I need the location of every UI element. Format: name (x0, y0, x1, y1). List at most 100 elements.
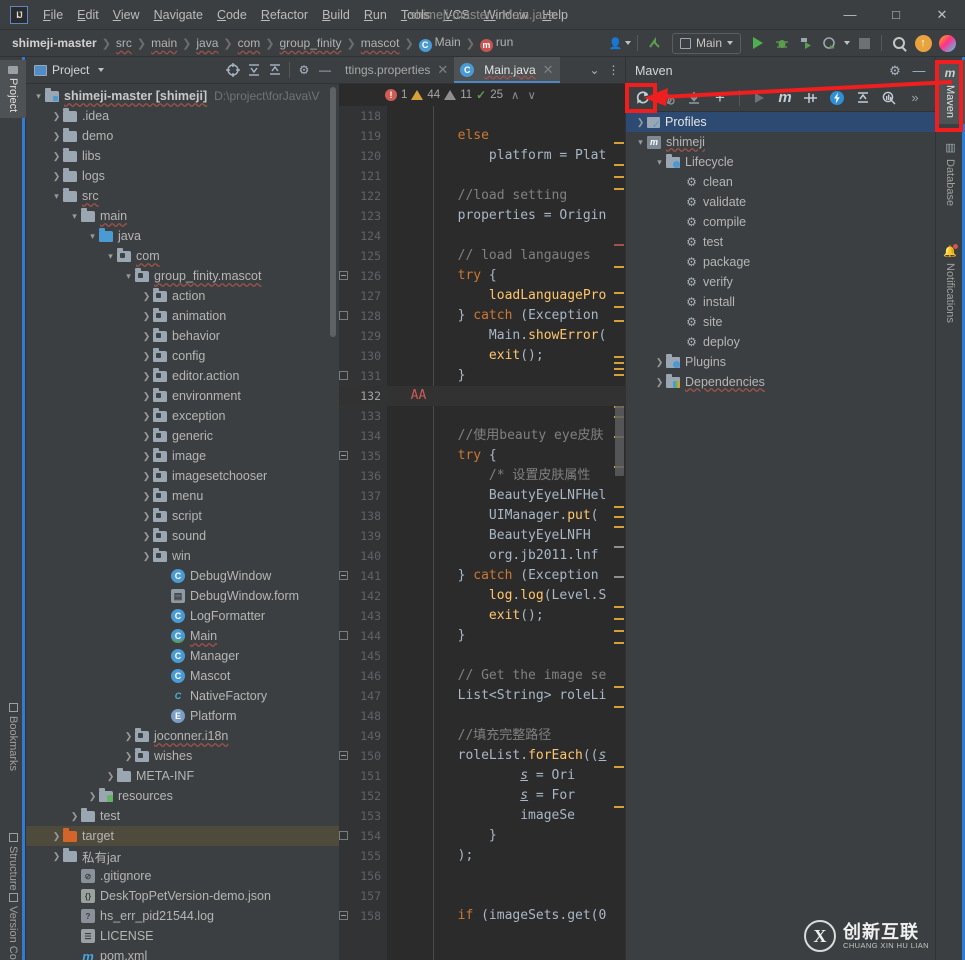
code-line[interactable]: // load langauges (387, 246, 625, 266)
menu-help[interactable]: Help (535, 5, 575, 25)
line-number[interactable]: 149 (339, 726, 381, 746)
code-line[interactable]: platform = Plat (387, 146, 625, 166)
code-line[interactable]: imageSe (387, 806, 625, 826)
tree-node-debugwindow[interactable]: C DebugWindow (26, 566, 339, 586)
line-number[interactable]: 120 (339, 146, 381, 166)
close-icon[interactable]: ✕ (543, 62, 554, 78)
code-line[interactable]: //填充完整路径 (387, 726, 625, 746)
code-line[interactable]: BeautyEyeLNFHel (387, 486, 625, 506)
chevron-right-icon[interactable]: ❯ (634, 117, 647, 128)
code-line[interactable] (387, 646, 625, 666)
line-number[interactable]: 122 (339, 186, 381, 206)
tree-node-desktoppetversion-demo-json[interactable]: {} DeskTopPetVersion-demo.json (26, 886, 339, 906)
maven-node-plugins[interactable]: ❯ Plugins (626, 352, 935, 372)
code-fold-toggle-icon[interactable] (339, 451, 348, 460)
breadcrumb-item-mascot[interactable]: mascot (358, 35, 403, 51)
code-line[interactable]: //load setting (387, 186, 625, 206)
code-line[interactable]: s = Ori (387, 766, 625, 786)
tree-node-私有jar[interactable]: ❯ 私有jar (26, 846, 339, 866)
run-button[interactable] (746, 32, 770, 54)
maximize-button[interactable]: □ (873, 0, 919, 29)
tab-list-chevron-icon[interactable]: ⌄ (586, 59, 603, 81)
tree-node-menu[interactable]: ❯ menu (26, 486, 339, 506)
tree-node-editor-action[interactable]: ❯ editor.action (26, 366, 339, 386)
line-number[interactable]: 146 (339, 666, 381, 686)
chevron-right-icon[interactable]: ❯ (140, 371, 153, 382)
tool-window-tab-bookmarks[interactable]: Bookmarks (0, 697, 26, 777)
maven-node-site[interactable]: ⚙ site (626, 312, 935, 332)
tree-node-main[interactable]: C Main (26, 626, 339, 646)
code-line[interactable]: Main.showError( (387, 326, 625, 346)
tree-node-logs[interactable]: ❯ logs (26, 166, 339, 186)
download-sources-icon[interactable] (682, 87, 706, 109)
minimize-button[interactable]: — (827, 0, 873, 29)
line-number[interactable]: 142 (339, 586, 381, 606)
reload-all-maven-projects-icon[interactable] (630, 87, 654, 109)
tree-node-hs-err-pid21544-log[interactable]: ? hs_err_pid21544.log (26, 906, 339, 926)
hide-panel-icon[interactable]: — (315, 60, 335, 80)
tool-window-tab-version-control[interactable]: Version Control (0, 887, 26, 960)
breadcrumb-item-main[interactable]: main (148, 35, 180, 51)
line-number[interactable]: 134 (339, 426, 381, 446)
breadcrumb-item-run[interactable]: m run (477, 34, 516, 53)
chevron-down-icon[interactable]: ▾ (634, 137, 647, 148)
line-number[interactable]: 139 (339, 526, 381, 546)
maven-node-clean[interactable]: ⚙ clean (626, 172, 935, 192)
tree-node-imagesetchooser[interactable]: ❯ imagesetchooser (26, 466, 339, 486)
line-number[interactable]: 129 (339, 326, 381, 346)
editor-tab-main-java[interactable]: C Main.java ✕ (454, 57, 560, 83)
chevron-right-icon[interactable]: ❯ (140, 511, 153, 522)
code-line[interactable]: roleList.forEach((s (387, 746, 625, 766)
code-line[interactable]: org.jb2011.lnf (387, 546, 625, 566)
code-fold-toggle-icon[interactable] (339, 571, 348, 580)
code-line[interactable] (387, 706, 625, 726)
code-line[interactable]: } catch (Exception (387, 566, 625, 586)
line-number[interactable]: 130 (339, 346, 381, 366)
line-number[interactable]: 127 (339, 286, 381, 306)
line-number[interactable]: 118 (339, 106, 381, 126)
code-line[interactable]: BeautyEyeLNFH (387, 526, 625, 546)
code-fold-toggle-icon[interactable] (339, 631, 348, 640)
tree-node-pom-xml[interactable]: m pom.xml (26, 946, 339, 960)
code-line[interactable]: } (387, 366, 625, 386)
line-number[interactable]: 125 (339, 246, 381, 266)
close-icon[interactable]: ✕ (437, 62, 448, 78)
search-everywhere-icon[interactable] (887, 32, 911, 54)
chevron-right-icon[interactable]: ❯ (86, 791, 99, 802)
menu-run[interactable]: Run (357, 5, 394, 25)
code-fold-toggle-icon[interactable] (339, 911, 348, 920)
code-line[interactable]: AA (387, 386, 625, 406)
code-line[interactable]: //使用beauty eye皮肤 (387, 426, 625, 446)
code-line[interactable]: exit(); (387, 346, 625, 366)
menu-tools[interactable]: Tools (394, 5, 437, 25)
tree-node-image[interactable]: ❯ image (26, 446, 339, 466)
chevron-right-icon[interactable]: ❯ (140, 531, 153, 542)
menu-build[interactable]: Build (315, 5, 357, 25)
maven-node-lifecycle[interactable]: ▾ Lifecycle (626, 152, 935, 172)
tree-node-group-finity-mascot[interactable]: ▾ group_finity.mascot (26, 266, 339, 286)
maven-node-install[interactable]: ⚙ install (626, 292, 935, 312)
chevron-right-icon[interactable]: ❯ (140, 311, 153, 322)
code-line[interactable] (387, 866, 625, 886)
hide-maven-panel-icon[interactable]: — (907, 60, 931, 82)
tree-node-animation[interactable]: ❯ animation (26, 306, 339, 326)
maven-node-deploy[interactable]: ⚙ deploy (626, 332, 935, 352)
tree-node-wishes[interactable]: ❯ wishes (26, 746, 339, 766)
tree-node-win[interactable]: ❯ win (26, 546, 339, 566)
tree-node-meta-inf[interactable]: ❯ META-INF (26, 766, 339, 786)
tree-node-joconner-i18n[interactable]: ❯ joconner.i18n (26, 726, 339, 746)
tree-node-main[interactable]: ▾ main (26, 206, 339, 226)
tool-window-tab-project[interactable]: Project (0, 60, 26, 119)
maven-node-dependencies[interactable]: ❯ Dependencies (626, 372, 935, 392)
chevron-right-icon[interactable]: ❯ (50, 831, 63, 842)
code-content[interactable]: else platform = Plat //load setting prop… (387, 106, 625, 960)
maven-tool-window-tab[interactable]: m Maven (935, 60, 965, 125)
maven-node-profiles[interactable]: ❯ Profiles (626, 112, 935, 132)
profiles-icon[interactable]: 👤 (608, 32, 632, 54)
prev-problem-icon[interactable]: ∧ (511, 88, 519, 102)
line-number-gutter[interactable]: 118 119 120 121 122 123 124 125 126 127 128 129 130 1… (339, 106, 387, 960)
code-line[interactable]: else (387, 126, 625, 146)
line-number[interactable]: 119 (339, 126, 381, 146)
tree-node-src[interactable]: ▾ src (26, 186, 339, 206)
chevron-right-icon[interactable]: ❯ (68, 811, 81, 822)
